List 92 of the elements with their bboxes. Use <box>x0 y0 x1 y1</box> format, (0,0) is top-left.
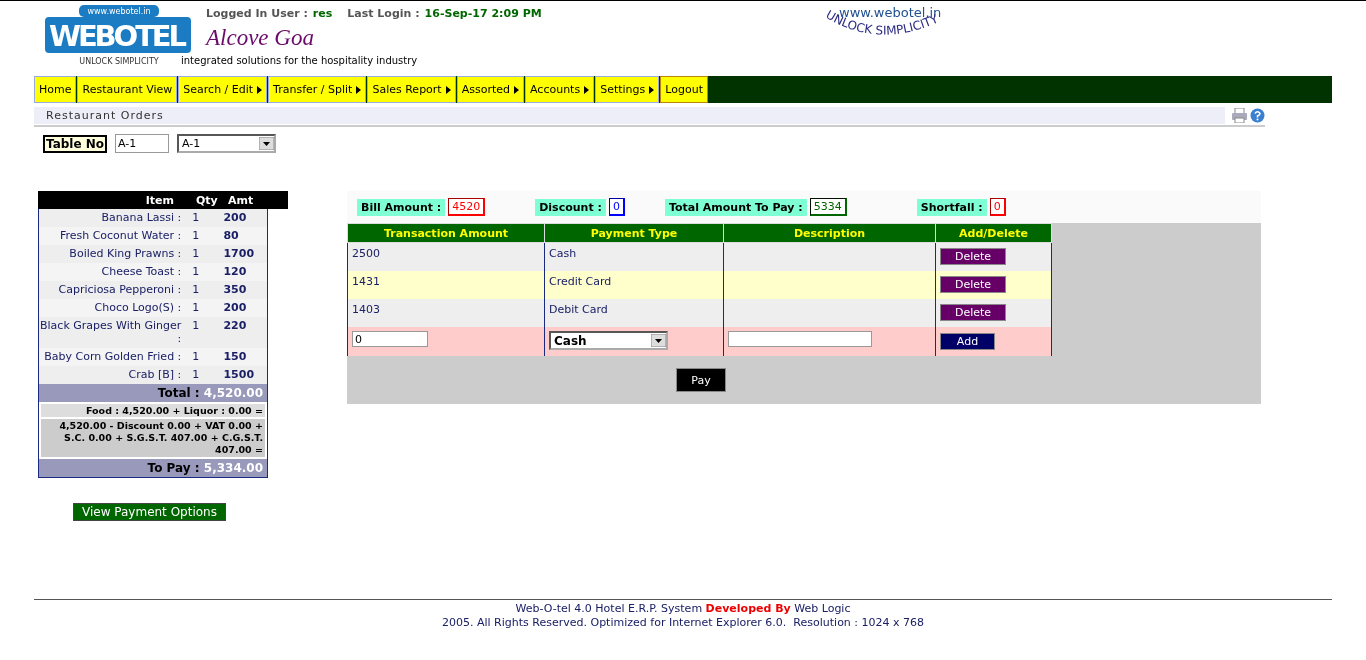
page-title: Restaurant Orders <box>46 108 164 122</box>
dropdown-icon <box>259 137 275 150</box>
menu-item[interactable]: Sales Report <box>367 76 456 103</box>
item-qty: 1 <box>191 211 201 224</box>
table-no-field[interactable]: A-1 <box>115 134 170 153</box>
caret-icon <box>356 85 362 94</box>
amount-cell: 2500 <box>347 242 545 271</box>
item-name: Boiled King Prawns : <box>68 247 183 260</box>
footer-text: 2005. All Rights Reserved. Optimized for Internet Explorer 6.0. Resolution : 1024 x 768 <box>440 616 926 630</box>
column-header: Add/Delete <box>935 223 1052 243</box>
caret-icon <box>445 85 451 94</box>
item-amount: 200 <box>222 301 248 314</box>
menu-item[interactable]: Accounts <box>525 76 595 103</box>
item-amount: 1700 <box>222 247 256 260</box>
table-no-label: Table No <box>43 134 108 153</box>
item-amount: 200 <box>222 211 248 224</box>
last-login-time: 16-Sep-17 2:09 PM <box>424 7 542 20</box>
user-name: res <box>312 7 333 20</box>
item-qty: 1 <box>191 265 201 278</box>
menu-item[interactable]: Transfer / Split <box>268 76 367 103</box>
logged-in-label: Logged In User : <box>206 7 308 20</box>
total-label: Total : <box>157 386 200 400</box>
column-header: Amt <box>227 193 255 207</box>
item-qty: 1 <box>191 368 201 381</box>
to-pay-value: 5,334.00 <box>203 461 263 475</box>
menu-item[interactable]: Home <box>34 76 77 103</box>
amount-cell: 1403 <box>347 299 545 327</box>
caret-icon <box>257 85 263 94</box>
item-name: Crab [B] : <box>127 368 183 381</box>
item-qty: 1 <box>191 301 201 314</box>
item-name: Baby Corn Golden Fried : <box>43 350 183 363</box>
to-pay-label: To Pay : <box>147 461 200 475</box>
menu-item[interactable]: Restaurant View <box>77 76 178 103</box>
payment-type-cell: Credit Card <box>544 271 724 299</box>
summary-value: 4520 <box>448 198 486 216</box>
item-name: Banana Lassi : <box>100 211 183 224</box>
delete-button[interactable]: Delete <box>940 276 1006 293</box>
caret-icon <box>584 85 590 94</box>
caret-icon <box>649 85 655 94</box>
add-button[interactable]: Add <box>940 333 995 350</box>
summary-label: Shortfall : <box>916 198 987 216</box>
menu-item[interactable]: Settings <box>595 76 660 103</box>
item-qty: 1 <box>191 283 201 296</box>
column-header: Qty <box>195 193 219 207</box>
payment-type-cell: Cash <box>544 242 724 271</box>
menu-item[interactable]: Assorted <box>456 76 524 103</box>
item-name: Cheese Toast : <box>100 265 183 278</box>
item-amount: 80 <box>222 229 240 242</box>
item-amount: 150 <box>222 350 248 363</box>
payment-type-cell: Debit Card <box>544 299 724 327</box>
caret-icon <box>514 85 519 94</box>
item-qty: 1 <box>191 247 201 260</box>
column-header: Item <box>144 193 175 207</box>
pay-button[interactable]: Pay <box>676 368 726 392</box>
item-qty: 1 <box>191 350 201 363</box>
summary-label: Total Amount To Pay : <box>664 198 807 216</box>
item-amount: 220 <box>222 319 248 334</box>
summary-label: Discount : <box>535 198 606 216</box>
summary-value: 5334 <box>809 198 847 216</box>
item-name: Black Grapes With Ginger : <box>39 319 183 345</box>
delete-button[interactable]: Delete <box>940 248 1006 265</box>
item-name: Capriciosa Pepperoni : <box>57 283 183 296</box>
total-value: 4,520.00 <box>203 386 263 400</box>
delete-button[interactable]: Delete <box>940 304 1006 321</box>
hotel-name: Alcove Goa <box>204 25 315 51</box>
column-header: Payment Type <box>544 223 724 243</box>
description-field[interactable] <box>728 331 872 347</box>
item-amount: 120 <box>222 265 248 278</box>
item-name: Fresh Coconut Water : <box>58 229 183 242</box>
amount-field[interactable]: 0 <box>352 331 428 347</box>
help-icon[interactable] <box>1250 107 1265 123</box>
item-qty: 1 <box>191 229 201 242</box>
summary-value: 0 <box>989 198 1006 216</box>
payment-type-select[interactable]: Cash <box>549 331 668 350</box>
menu-item[interactable]: Search / Edit <box>178 76 268 103</box>
item-amount: 1500 <box>222 368 256 381</box>
dropdown-icon <box>651 334 666 347</box>
tagline: integrated solutions for the hospitality industry <box>181 55 419 66</box>
amount-cell: 1431 <box>347 271 545 299</box>
footer-text: Web-O-tel 4.0 Hotel E.R.P. System Developed By Web Logic <box>514 602 852 616</box>
menu-item[interactable]: Logout <box>660 76 708 103</box>
last-login-label: Last Login : <box>347 7 420 20</box>
view-payment-options-button[interactable]: View Payment Options <box>73 503 226 521</box>
table-select[interactable]: A-1 <box>177 134 277 153</box>
item-amount: 350 <box>222 283 248 296</box>
item-name: Choco Logo(S) : <box>93 301 183 314</box>
column-header: Description <box>723 223 936 243</box>
item-qty: 1 <box>191 319 201 334</box>
print-icon[interactable] <box>1231 107 1248 123</box>
summary-value: 0 <box>608 198 625 216</box>
column-header: Transaction Amount <box>347 223 545 243</box>
summary-label: Bill Amount : <box>357 198 446 216</box>
